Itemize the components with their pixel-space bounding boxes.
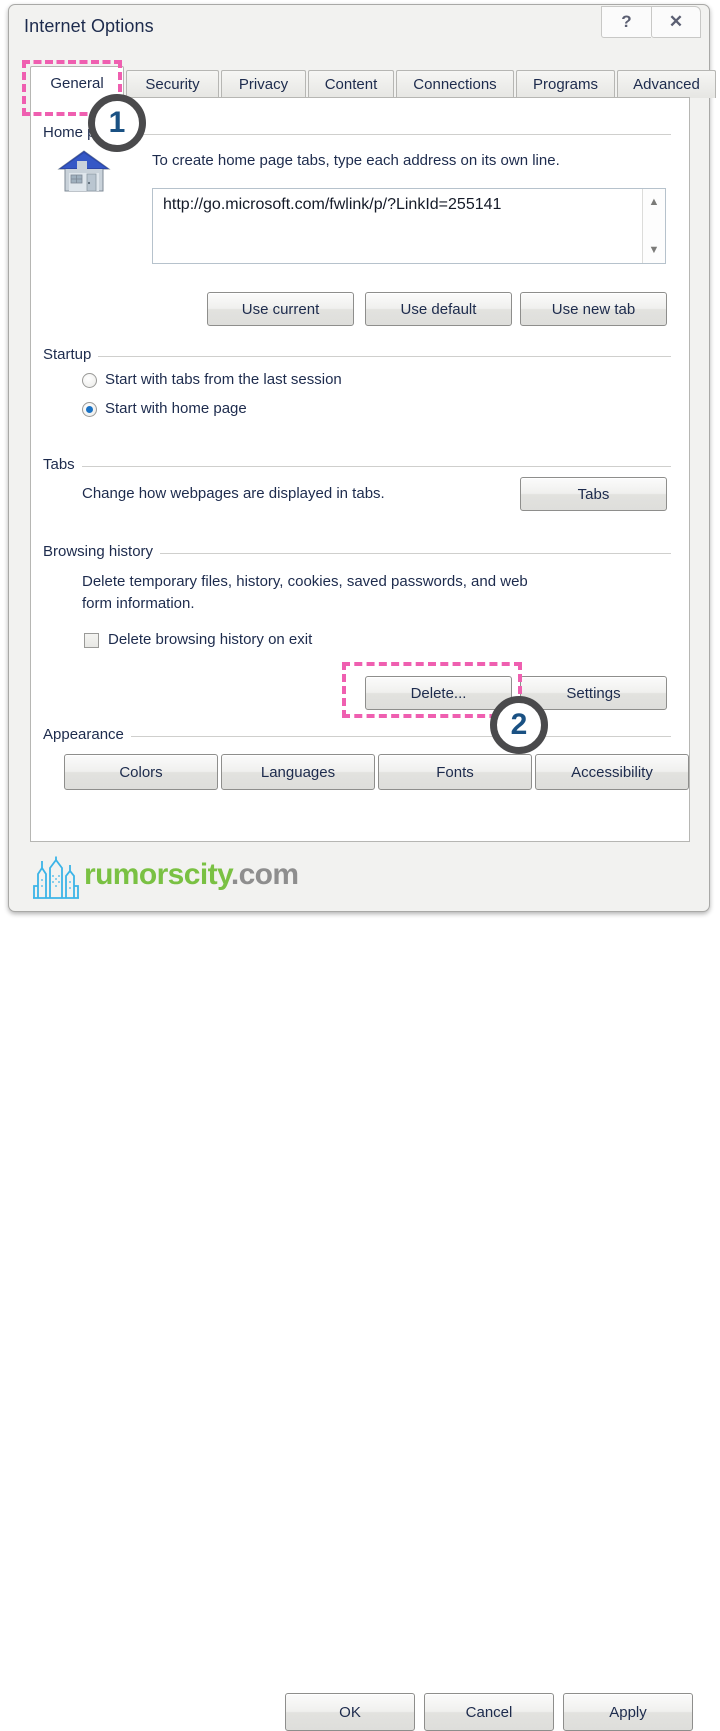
watermark-name: rumorscity xyxy=(84,858,231,891)
startup-group-label: Startup xyxy=(43,346,99,363)
window-title: Internet Options xyxy=(24,16,154,36)
tabs-description: Change how webpages are displayed in tab… xyxy=(82,485,385,502)
delete-history-on-exit-label[interactable]: Delete browsing history on exit xyxy=(108,629,312,651)
fonts-button[interactable]: Fonts xyxy=(378,754,532,790)
step-badge-2: 2 xyxy=(490,696,548,754)
delete-history-on-exit-checkbox[interactable] xyxy=(84,633,99,648)
watermark-tld: .com xyxy=(230,858,299,891)
url-scrollbar[interactable]: ▲ ▼ xyxy=(642,189,665,263)
tab-security[interactable]: Security xyxy=(126,70,219,98)
tab-programs[interactable]: Programs xyxy=(516,70,615,98)
scroll-down-icon[interactable]: ▼ xyxy=(643,240,665,260)
use-new-tab-button[interactable]: Use new tab xyxy=(520,292,667,326)
radio-start-with-tabs[interactable] xyxy=(82,373,97,388)
apply-button[interactable]: Apply xyxy=(563,1693,693,1731)
use-default-button[interactable]: Use default xyxy=(365,292,512,326)
home-page-url-value[interactable]: http://go.microsoft.com/fwlink/p/?LinkId… xyxy=(163,196,501,214)
close-icon[interactable]: ✕ xyxy=(651,6,701,38)
accessibility-button[interactable]: Accessibility xyxy=(535,754,689,790)
home-page-instruction: To create home page tabs, type each addr… xyxy=(152,152,560,169)
watermark: rumorscity.com xyxy=(84,858,299,892)
tab-privacy[interactable]: Privacy xyxy=(221,70,306,98)
radio-start-with-home-page-label[interactable]: Start with home page xyxy=(105,398,247,420)
colors-button[interactable]: Colors xyxy=(64,754,218,790)
title-bar: Internet Options ? ✕ xyxy=(9,5,709,49)
browsing-history-group-label: Browsing history xyxy=(43,543,161,560)
step-badge-1: 1 xyxy=(88,94,146,152)
tabs-group-label: Tabs xyxy=(43,456,82,473)
tab-connections[interactable]: Connections xyxy=(396,70,514,98)
general-tab-panel: Home page To create home page tabs, type… xyxy=(30,97,690,842)
tab-strip: General Security Privacy Content Connect… xyxy=(30,66,716,99)
browsing-history-description-line1: Delete temporary files, history, cookies… xyxy=(82,573,528,590)
startup-rule xyxy=(43,356,671,357)
tabs-rule xyxy=(43,466,671,467)
radio-start-with-home-page[interactable] xyxy=(82,402,97,417)
appearance-group-label: Appearance xyxy=(43,726,131,743)
languages-button[interactable]: Languages xyxy=(221,754,375,790)
home-page-url-box[interactable]: http://go.microsoft.com/fwlink/p/?LinkId… xyxy=(152,188,666,264)
house-icon xyxy=(57,150,111,192)
browsing-history-description-line2: form information. xyxy=(82,595,195,612)
cancel-button[interactable]: Cancel xyxy=(424,1693,554,1731)
appearance-rule xyxy=(43,736,671,737)
tabs-button[interactable]: Tabs xyxy=(520,477,667,511)
tab-content[interactable]: Content xyxy=(308,70,394,98)
tab-advanced[interactable]: Advanced xyxy=(617,70,716,98)
use-current-button[interactable]: Use current xyxy=(207,292,354,326)
city-skyline-icon xyxy=(33,856,79,899)
scroll-up-icon[interactable]: ▲ xyxy=(643,192,665,212)
help-icon[interactable]: ? xyxy=(601,6,651,38)
settings-button[interactable]: Settings xyxy=(520,676,667,710)
radio-start-with-tabs-label[interactable]: Start with tabs from the last session xyxy=(105,369,342,391)
ok-button[interactable]: OK xyxy=(285,1693,415,1731)
